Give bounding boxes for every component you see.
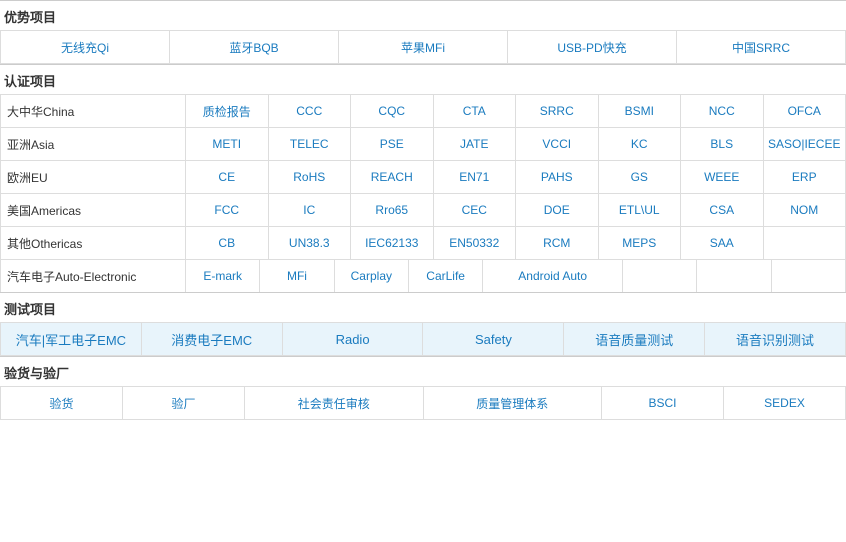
test-item-3: Safety xyxy=(423,323,564,355)
cert-row-china: 大中华China 质检报告 CCC CQC CTA SRRC BSMI NCC … xyxy=(0,94,846,127)
inspection-row: 验货 验厂 社会责任审核 质量管理体系 BSCI SEDEX xyxy=(0,386,846,420)
cert-tag-china-0: 质检报告 xyxy=(186,95,269,127)
cert-tag-auto-5 xyxy=(623,260,697,292)
cert-tag-china-3: CTA xyxy=(434,95,517,127)
cert-tag-eu-7: ERP xyxy=(764,161,846,193)
cert-tag-eu-3: EN71 xyxy=(434,161,517,193)
advantage-row: 无线充Qi 蓝牙BQB 苹果MFi USB-PD快充 中国SRRC xyxy=(0,30,846,64)
cert-label-americas: 美国Americas xyxy=(1,194,186,226)
cert-tag-eu-2: REACH xyxy=(351,161,434,193)
cert-tag-china-2: CQC xyxy=(351,95,434,127)
cert-tag-china-1: CCC xyxy=(269,95,352,127)
cert-tag-americas-1: IC xyxy=(269,194,352,226)
cert-tag-other-6: SAA xyxy=(681,227,764,259)
cert-tag-asia-5: KC xyxy=(599,128,682,160)
cert-tag-eu-1: RoHS xyxy=(269,161,352,193)
inspection-title: 验货与验厂 xyxy=(0,356,846,386)
advantage-item-0: 无线充Qi xyxy=(1,31,170,63)
cert-row-other: 其他Othericas CB UN38.3 IEC62133 EN50332 R… xyxy=(0,226,846,259)
cert-tag-asia-2: PSE xyxy=(351,128,434,160)
cert-tag-auto-6 xyxy=(697,260,771,292)
certification-title: 认证项目 xyxy=(0,64,846,94)
inspect-item-1: 验厂 xyxy=(123,387,245,419)
cert-tag-china-6: NCC xyxy=(681,95,764,127)
cert-label-auto: 汽车电子Auto-Electronic xyxy=(1,260,186,292)
cert-tag-other-2: IEC62133 xyxy=(351,227,434,259)
cert-tag-americas-6: CSA xyxy=(681,194,764,226)
test-item-1: 消费电子EMC xyxy=(142,323,283,355)
cert-tag-china-7: OFCA xyxy=(764,95,846,127)
cert-label-china: 大中华China xyxy=(1,95,186,127)
cert-tag-asia-4: VCCI xyxy=(516,128,599,160)
cert-tag-auto-1: MFi xyxy=(260,260,334,292)
inspect-item-0: 验货 xyxy=(1,387,123,419)
cert-tag-americas-0: FCC xyxy=(186,194,269,226)
cert-tag-other-0: CB xyxy=(186,227,269,259)
advantage-item-4: 中国SRRC xyxy=(677,31,845,63)
test-item-2: Radio xyxy=(283,323,424,355)
cert-tag-asia-7: SASO|IECEE xyxy=(764,128,846,160)
cert-tag-china-4: SRRC xyxy=(516,95,599,127)
cert-tag-eu-6: WEEE xyxy=(681,161,764,193)
testing-title: 测试项目 xyxy=(0,292,846,322)
cert-tag-americas-2: Rro65 xyxy=(351,194,434,226)
cert-row-eu: 欧洲EU CE RoHS REACH EN71 PAHS GS WEEE ERP xyxy=(0,160,846,193)
cert-tag-auto-3: CarLife xyxy=(409,260,483,292)
cert-row-asia: 亚洲Asia METI TELEC PSE JATE VCCI KC BLS S… xyxy=(0,127,846,160)
advantage-item-1: 蓝牙BQB xyxy=(170,31,339,63)
cert-tag-auto-2: Carplay xyxy=(335,260,409,292)
cert-tag-other-4: RCM xyxy=(516,227,599,259)
advantage-item-3: USB-PD快充 xyxy=(508,31,677,63)
inspect-item-3: 质量管理体系 xyxy=(424,387,603,419)
cert-tag-asia-0: METI xyxy=(186,128,269,160)
cert-tag-china-5: BSMI xyxy=(599,95,682,127)
cert-tag-auto-4: Android Auto xyxy=(483,260,623,292)
cert-label-eu: 欧洲EU xyxy=(1,161,186,193)
cert-tag-eu-4: PAHS xyxy=(516,161,599,193)
cert-tag-americas-3: CEC xyxy=(434,194,517,226)
cert-tag-other-3: EN50332 xyxy=(434,227,517,259)
cert-row-auto: 汽车电子Auto-Electronic E-mark MFi Carplay C… xyxy=(0,259,846,292)
cert-tag-americas-7: NOM xyxy=(764,194,846,226)
cert-tag-asia-1: TELEC xyxy=(269,128,352,160)
cert-tag-americas-5: ETL\UL xyxy=(599,194,682,226)
cert-tag-americas-4: DOE xyxy=(516,194,599,226)
cert-tag-auto-7 xyxy=(772,260,845,292)
inspect-item-2: 社会责任审核 xyxy=(245,387,424,419)
cert-label-asia: 亚洲Asia xyxy=(1,128,186,160)
cert-tag-auto-0: E-mark xyxy=(186,260,260,292)
cert-tag-eu-0: CE xyxy=(186,161,269,193)
advantage-title: 优势项目 xyxy=(0,0,846,30)
cert-label-other: 其他Othericas xyxy=(1,227,186,259)
cert-tag-other-7 xyxy=(764,227,846,259)
cert-tag-asia-6: BLS xyxy=(681,128,764,160)
test-item-5: 语音识别测试 xyxy=(705,323,845,355)
advantage-item-2: 苹果MFi xyxy=(339,31,508,63)
cert-tag-other-1: UN38.3 xyxy=(269,227,352,259)
testing-row: 汽车|军工电子EMC 消费电子EMC Radio Safety 语音质量测试 语… xyxy=(0,322,846,356)
cert-row-americas: 美国Americas FCC IC Rro65 CEC DOE ETL\UL C… xyxy=(0,193,846,226)
inspect-item-4: BSCI xyxy=(602,387,724,419)
inspect-item-5: SEDEX xyxy=(724,387,845,419)
cert-tag-other-5: MEPS xyxy=(599,227,682,259)
cert-tag-eu-5: GS xyxy=(599,161,682,193)
cert-tag-asia-3: JATE xyxy=(434,128,517,160)
test-item-4: 语音质量测试 xyxy=(564,323,705,355)
test-item-0: 汽车|军工电子EMC xyxy=(1,323,142,355)
